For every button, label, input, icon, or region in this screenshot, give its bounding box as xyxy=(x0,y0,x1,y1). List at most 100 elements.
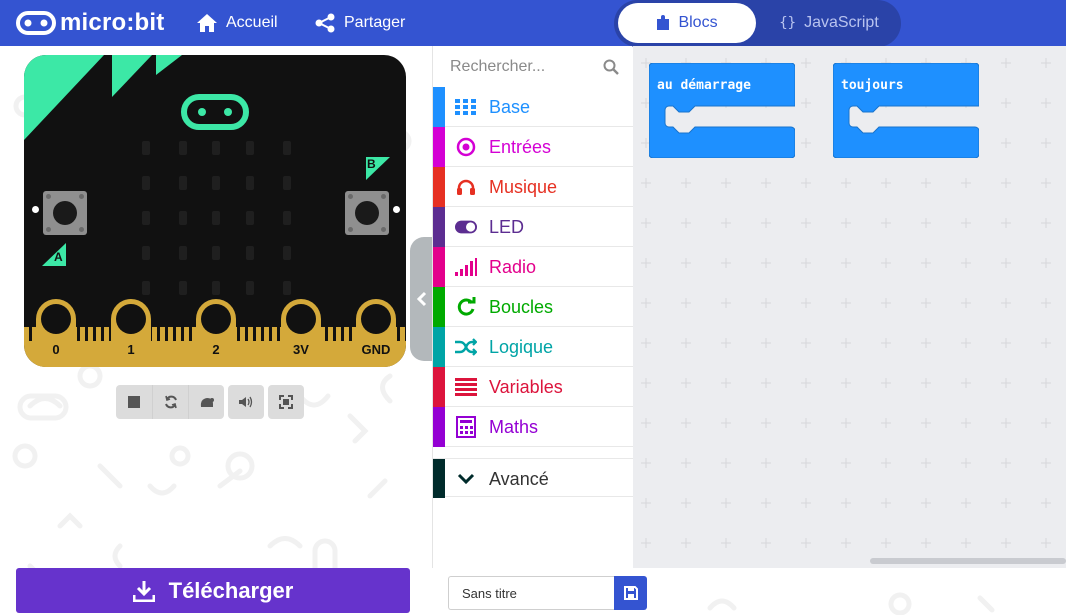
category-radio[interactable]: Radio xyxy=(433,247,633,287)
category-color-bar xyxy=(433,327,445,367)
slow-mode-button[interactable] xyxy=(188,385,224,419)
category-label: Maths xyxy=(489,417,539,437)
pin-3v[interactable]: 3V xyxy=(281,299,321,367)
target-icon xyxy=(455,136,477,158)
search-input[interactable]: Rechercher... xyxy=(450,58,545,76)
puzzle-icon xyxy=(657,15,670,30)
toggle-icon xyxy=(455,216,477,238)
category-label: LED xyxy=(489,217,525,237)
category-loops[interactable]: Boucles xyxy=(433,287,633,327)
blocks-workspace[interactable]: au démarrage toujours xyxy=(633,46,1066,568)
button-b-screw-br xyxy=(381,227,386,232)
toolbox-search[interactable]: Rechercher... xyxy=(433,46,633,86)
save-button[interactable] xyxy=(614,576,647,610)
top-bar: micro:bit Accueil Partager Blocs {} Java… xyxy=(0,0,1066,47)
pin-2-hole xyxy=(201,304,231,334)
pin-0[interactable]: 0 xyxy=(36,299,76,367)
button-a-screw-tr xyxy=(79,194,84,199)
button-b-cap xyxy=(355,201,379,225)
category-label: Logique xyxy=(489,337,554,357)
share-icon xyxy=(315,13,335,33)
stop-button[interactable] xyxy=(116,385,152,419)
left-edge-dot xyxy=(32,206,39,213)
fullscreen-icon xyxy=(279,395,293,409)
category-color-bar xyxy=(433,167,445,207)
search-icon[interactable] xyxy=(603,59,619,75)
button-b[interactable] xyxy=(345,191,389,235)
pin-0-label: 0 xyxy=(52,342,60,357)
collapse-simulator-button[interactable] xyxy=(410,237,434,361)
button-a-screw-br xyxy=(79,227,84,232)
microbit-board[interactable]: A B 0 1 2 3V GND xyxy=(24,55,406,367)
microbit-logo-icon xyxy=(16,11,56,35)
pin-1-hole xyxy=(116,304,146,334)
download-icon xyxy=(132,580,155,602)
category-music[interactable]: Musique xyxy=(433,167,633,207)
pin-3v-label: 3V xyxy=(293,342,309,357)
on-start-block[interactable]: au démarrage xyxy=(648,62,796,159)
button-a-cap xyxy=(53,201,77,225)
logo-text: micro:bit xyxy=(60,9,165,36)
category-advanced[interactable]: Avancé xyxy=(433,458,633,498)
project-name-input[interactable] xyxy=(448,576,614,610)
simulator-panel: A B 0 1 2 3V GND xyxy=(0,46,432,615)
category-led[interactable]: LED xyxy=(433,207,633,247)
fullscreen-control xyxy=(268,385,304,419)
chevron-left-icon xyxy=(416,291,427,307)
pin-gnd[interactable]: GND xyxy=(356,299,396,367)
category-logic[interactable]: Logique xyxy=(433,327,633,367)
category-label: Entrées xyxy=(489,137,552,157)
category-label: Radio xyxy=(489,257,537,277)
category-label: Avancé xyxy=(489,469,549,489)
on-start-label: au démarrage xyxy=(657,78,751,93)
forever-block[interactable]: toujours xyxy=(832,62,980,159)
category-color-bar xyxy=(433,127,445,167)
button-a-label: A xyxy=(54,250,63,264)
forever-label: toujours xyxy=(841,78,904,93)
signal-bars-icon xyxy=(455,256,477,278)
share-label: Partager xyxy=(344,14,406,31)
stop-icon xyxy=(128,396,140,408)
horizontal-scrollbar[interactable] xyxy=(870,558,1066,564)
shuffle-icon xyxy=(455,336,477,358)
pin-1[interactable]: 1 xyxy=(111,299,151,367)
microbit-logo[interactable]: micro:bit xyxy=(16,9,165,36)
editor-toggle: Blocs {} JavaScript xyxy=(614,0,901,47)
makecode-editor: micro:bit Accueil Partager Blocs {} Java… xyxy=(0,0,1066,615)
pin-gnd-label: GND xyxy=(361,342,391,357)
restart-button[interactable] xyxy=(152,385,188,419)
category-variables[interactable]: Variables xyxy=(433,367,633,407)
category-label: Musique xyxy=(489,177,558,197)
grid-icon xyxy=(455,96,477,118)
share-link[interactable]: Partager xyxy=(314,11,405,35)
download-button[interactable]: Télécharger xyxy=(16,568,410,613)
blocks-tab-label: Blocs xyxy=(678,14,718,31)
loop-icon xyxy=(455,296,477,318)
category-color-bar xyxy=(433,367,445,407)
chevron-down-icon xyxy=(455,468,477,490)
sound-button[interactable] xyxy=(228,385,264,419)
calculator-icon xyxy=(455,416,477,438)
javascript-tab[interactable]: {} JavaScript xyxy=(760,3,898,43)
category-color-bar xyxy=(433,87,445,127)
javascript-tab-label: JavaScript xyxy=(804,14,879,31)
blocks-tab[interactable]: Blocs xyxy=(618,3,756,43)
simulator-controls xyxy=(116,385,308,419)
category-inputs[interactable]: Entrées xyxy=(433,127,633,167)
home-link[interactable]: Accueil xyxy=(196,11,278,35)
fullscreen-button[interactable] xyxy=(268,385,304,419)
category-label: Base xyxy=(489,97,531,117)
category-color-bar xyxy=(433,407,445,447)
category-base[interactable]: Base xyxy=(433,87,633,127)
category-label: Boucles xyxy=(489,297,554,317)
restart-icon xyxy=(164,395,177,409)
pin-1-label: 1 xyxy=(127,342,135,357)
pin-2[interactable]: 2 xyxy=(196,299,236,367)
bottom-decor xyxy=(707,592,995,615)
button-a[interactable] xyxy=(43,191,87,235)
category-color-bar xyxy=(433,247,445,287)
button-b-screw-bl xyxy=(348,227,353,232)
pin-0-hole xyxy=(41,304,71,334)
category-maths[interactable]: Maths xyxy=(433,407,633,447)
category-color-bar xyxy=(433,287,445,327)
